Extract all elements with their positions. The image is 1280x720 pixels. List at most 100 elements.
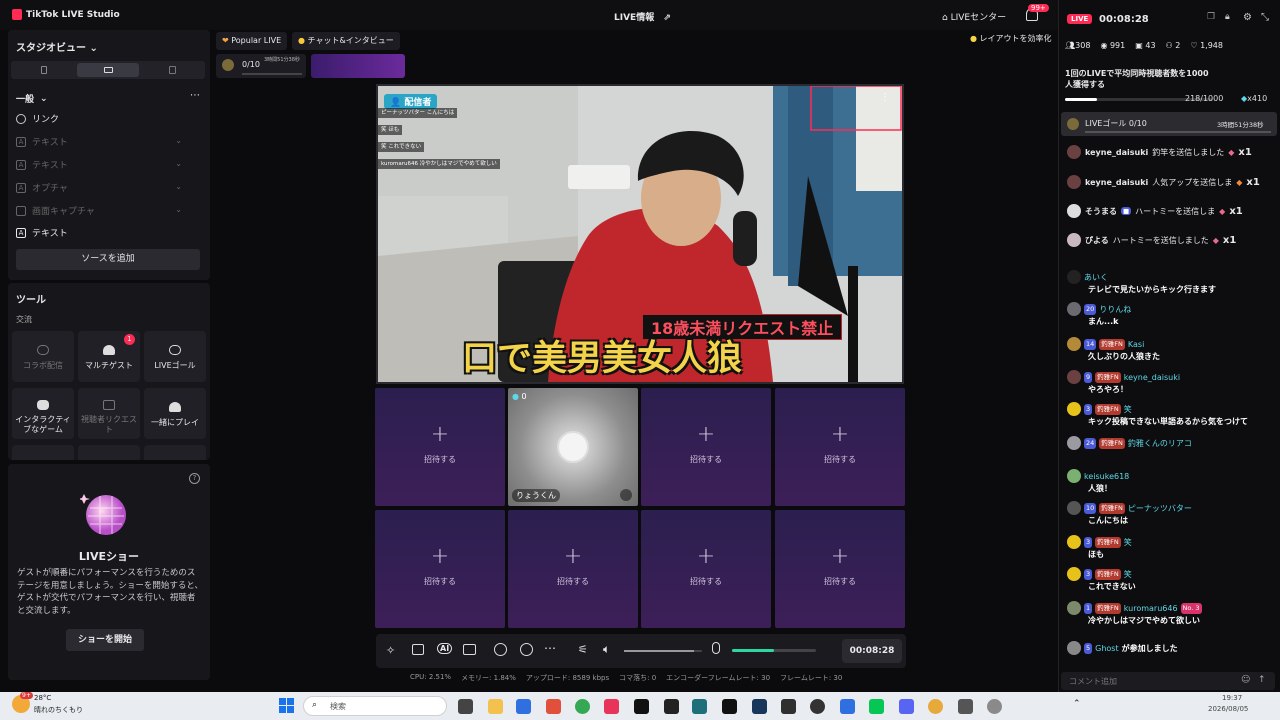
settings-icon[interactable]: ⚙ bbox=[1243, 12, 1252, 23]
comment-item[interactable]: 24 釣雅FN 釣雅くんのリアコ bbox=[1067, 436, 1279, 450]
live-info-button[interactable]: LIVE情報 ⇗ bbox=[614, 10, 671, 23]
collapse-icon[interactable]: ⤡ bbox=[1261, 12, 1269, 23]
more-icon[interactable]: ⋯ bbox=[544, 641, 556, 655]
tab-popular-live[interactable]: ❤ Popular LIVE bbox=[216, 32, 288, 50]
clock-time[interactable]: 19:37 bbox=[1222, 694, 1242, 702]
speaker-icon[interactable]: 🔈︎ bbox=[603, 642, 610, 657]
chevron-down-icon[interactable]: ⌄ bbox=[175, 205, 182, 214]
studio-view-title[interactable]: スタジオビュー ⌄ bbox=[16, 39, 98, 54]
invite-slot[interactable]: + 招待する bbox=[641, 388, 771, 506]
add-source-button[interactable]: ソースを追加 bbox=[16, 249, 200, 270]
clock-date[interactable]: 2026/08/05 bbox=[1208, 705, 1248, 713]
settings-icon[interactable] bbox=[987, 699, 1002, 714]
tool-play-together[interactable]: 一緒にプレイ bbox=[144, 388, 206, 439]
lock-icon[interactable]: 🔒︎ bbox=[1225, 12, 1230, 22]
split-layout-button[interactable] bbox=[141, 63, 203, 77]
app-icon[interactable] bbox=[781, 699, 796, 714]
brave-icon[interactable] bbox=[546, 699, 561, 714]
invite-slot[interactable]: + 招待する bbox=[775, 510, 905, 628]
gift-notification[interactable]: keyne_daisuki 人気アップを送信しま ◆ x1 bbox=[1067, 175, 1260, 189]
tool-multiguest[interactable]: 1 マルチゲスト bbox=[78, 331, 140, 382]
comment-item[interactable]: 3 釣雅FN 笑キック投稿できない単語あるから気をつけて bbox=[1067, 402, 1279, 427]
host-video[interactable]: 👤 配信者 ピーナッツバター こんにちは 笑 ほも 笑 これできない kurom… bbox=[376, 84, 904, 384]
comment-item[interactable]: 3 釣雅FN 笑これできない bbox=[1067, 567, 1279, 592]
comment-item[interactable]: 14 釣雅FN Kasi 久しぶりの人狼きた bbox=[1067, 337, 1279, 362]
comment-username[interactable]: りりんね bbox=[1099, 304, 1131, 315]
app-icon[interactable] bbox=[958, 699, 973, 714]
comment-item[interactable]: 10 釣雅FN ピーナッツバター こんにちは bbox=[1067, 501, 1279, 526]
landscape-button[interactable] bbox=[77, 63, 139, 77]
comment-item[interactable]: あいく テレビで見たいからキック行きます bbox=[1067, 270, 1279, 295]
source-item-screen-capture[interactable]: 画面キャプチャ bbox=[16, 204, 95, 217]
chevron-up-icon[interactable]: ⌃ bbox=[1073, 699, 1081, 709]
app-icon[interactable] bbox=[928, 699, 943, 714]
source-item-text[interactable]: A オプチャ bbox=[16, 181, 68, 194]
comment-item[interactable]: 20 りりんね まん...k bbox=[1067, 302, 1279, 327]
comment-username[interactable]: Ghost bbox=[1095, 643, 1118, 654]
source-item-text[interactable]: A テキスト bbox=[16, 158, 68, 171]
file-explorer-icon[interactable] bbox=[488, 699, 503, 714]
chrome-icon[interactable] bbox=[575, 699, 590, 714]
windows-start-icon[interactable] bbox=[279, 698, 294, 713]
add-scene-icon[interactable] bbox=[463, 644, 476, 655]
promo-banner[interactable] bbox=[311, 54, 405, 78]
audio-mixer-icon[interactable]: ⚟ bbox=[578, 643, 588, 656]
popout-icon[interactable]: ❐ bbox=[1207, 12, 1215, 22]
comment-item[interactable]: 9 釣雅FN keyne_daisuki やろやろ！ bbox=[1067, 370, 1279, 395]
source-item-text[interactable]: A テキスト bbox=[16, 226, 68, 239]
tool-more[interactable] bbox=[12, 445, 74, 460]
capture-icon[interactable] bbox=[520, 643, 533, 656]
comment-item[interactable]: 3 釣雅FN 笑ほも bbox=[1067, 535, 1279, 560]
live-goal-row[interactable]: LIVEゴール 0/10 3時間51分38秒 bbox=[1061, 112, 1277, 136]
layout-tip[interactable]: ● レイアウトを効率化 bbox=[970, 33, 1052, 44]
app-icon[interactable] bbox=[516, 699, 531, 714]
tiktok-icon[interactable] bbox=[634, 699, 649, 714]
screen-share-icon[interactable] bbox=[412, 644, 424, 655]
live-center-button[interactable]: ⌂ LIVEセンター bbox=[942, 10, 1006, 23]
discord-icon[interactable] bbox=[899, 699, 914, 714]
app-icon[interactable] bbox=[722, 699, 737, 714]
start-show-button[interactable]: ショーを開始 bbox=[66, 629, 144, 651]
comment-username[interactable]: keyne_daisuki bbox=[1124, 372, 1180, 383]
ai-icon[interactable]: AI bbox=[437, 643, 453, 654]
tool-collab[interactable]: コラボ配信 bbox=[12, 331, 74, 382]
obs-icon[interactable] bbox=[810, 699, 825, 714]
comment-item[interactable]: 1 釣雅FN kuromaru646 No. 3 冷やかしはマジでやめて欲しい bbox=[1067, 601, 1279, 626]
chevron-down-icon[interactable]: ⌄ bbox=[175, 182, 182, 191]
comment-item[interactable]: 5 Ghost が参加しました bbox=[1067, 641, 1279, 655]
emoji-icon[interactable]: ☺ bbox=[1241, 675, 1250, 685]
comment-username[interactable]: ピーナッツバター bbox=[1128, 503, 1192, 514]
comment-username[interactable]: あいく bbox=[1084, 272, 1108, 283]
gift-notification[interactable]: keyne_daisuki 釣竿を送信しました ◆ x1 bbox=[1067, 145, 1252, 159]
tool-live-goal[interactable]: LIVEゴール bbox=[144, 331, 206, 382]
comment-username[interactable]: kuromaru646 bbox=[1124, 603, 1178, 614]
gift-notification[interactable]: そうまる ■ ハートミーを送信しま ◆ x1 bbox=[1067, 204, 1243, 218]
chevron-down-icon[interactable]: ⌄ bbox=[175, 136, 182, 145]
comment-input[interactable]: コメント追加 ☺ ↑ bbox=[1061, 672, 1275, 690]
invite-slot[interactable]: + 招待する bbox=[508, 510, 638, 628]
app-icon[interactable] bbox=[692, 699, 707, 714]
comment-item[interactable]: keisuke618 人狼！ bbox=[1067, 469, 1279, 494]
portrait-button[interactable] bbox=[13, 63, 75, 77]
app-icon[interactable] bbox=[604, 699, 619, 714]
microphone-icon[interactable] bbox=[712, 642, 720, 654]
mic-level-slider[interactable] bbox=[732, 649, 816, 652]
comment-username[interactable]: 笑 bbox=[1124, 569, 1132, 580]
gift-notification[interactable]: ぴよる ハートミーを送信しました ◆ x1 bbox=[1067, 233, 1236, 247]
volume-slider[interactable] bbox=[624, 650, 702, 652]
help-icon[interactable]: ? bbox=[189, 473, 200, 484]
source-item-text[interactable]: A テキスト bbox=[16, 135, 68, 148]
invite-slot[interactable]: + 招待する bbox=[641, 510, 771, 628]
send-icon[interactable]: ↑ bbox=[1258, 675, 1266, 685]
more-vertical-icon[interactable]: ⋮ bbox=[880, 92, 890, 103]
comment-username[interactable]: 釣雅くんのリアコ bbox=[1128, 438, 1192, 449]
app-icon[interactable] bbox=[840, 699, 855, 714]
comment-username[interactable]: 笑 bbox=[1124, 537, 1132, 548]
comment-username[interactable]: keisuke618 bbox=[1084, 471, 1129, 482]
steam-icon[interactable] bbox=[752, 699, 767, 714]
share-icon[interactable]: ⇗ bbox=[663, 13, 671, 23]
tool-more[interactable] bbox=[144, 445, 206, 460]
taskbar-search[interactable]: ⌕ 検索 bbox=[303, 696, 447, 716]
comment-username[interactable]: Kasi bbox=[1128, 339, 1144, 350]
section-general[interactable]: 一般 ⌄ bbox=[16, 92, 48, 106]
